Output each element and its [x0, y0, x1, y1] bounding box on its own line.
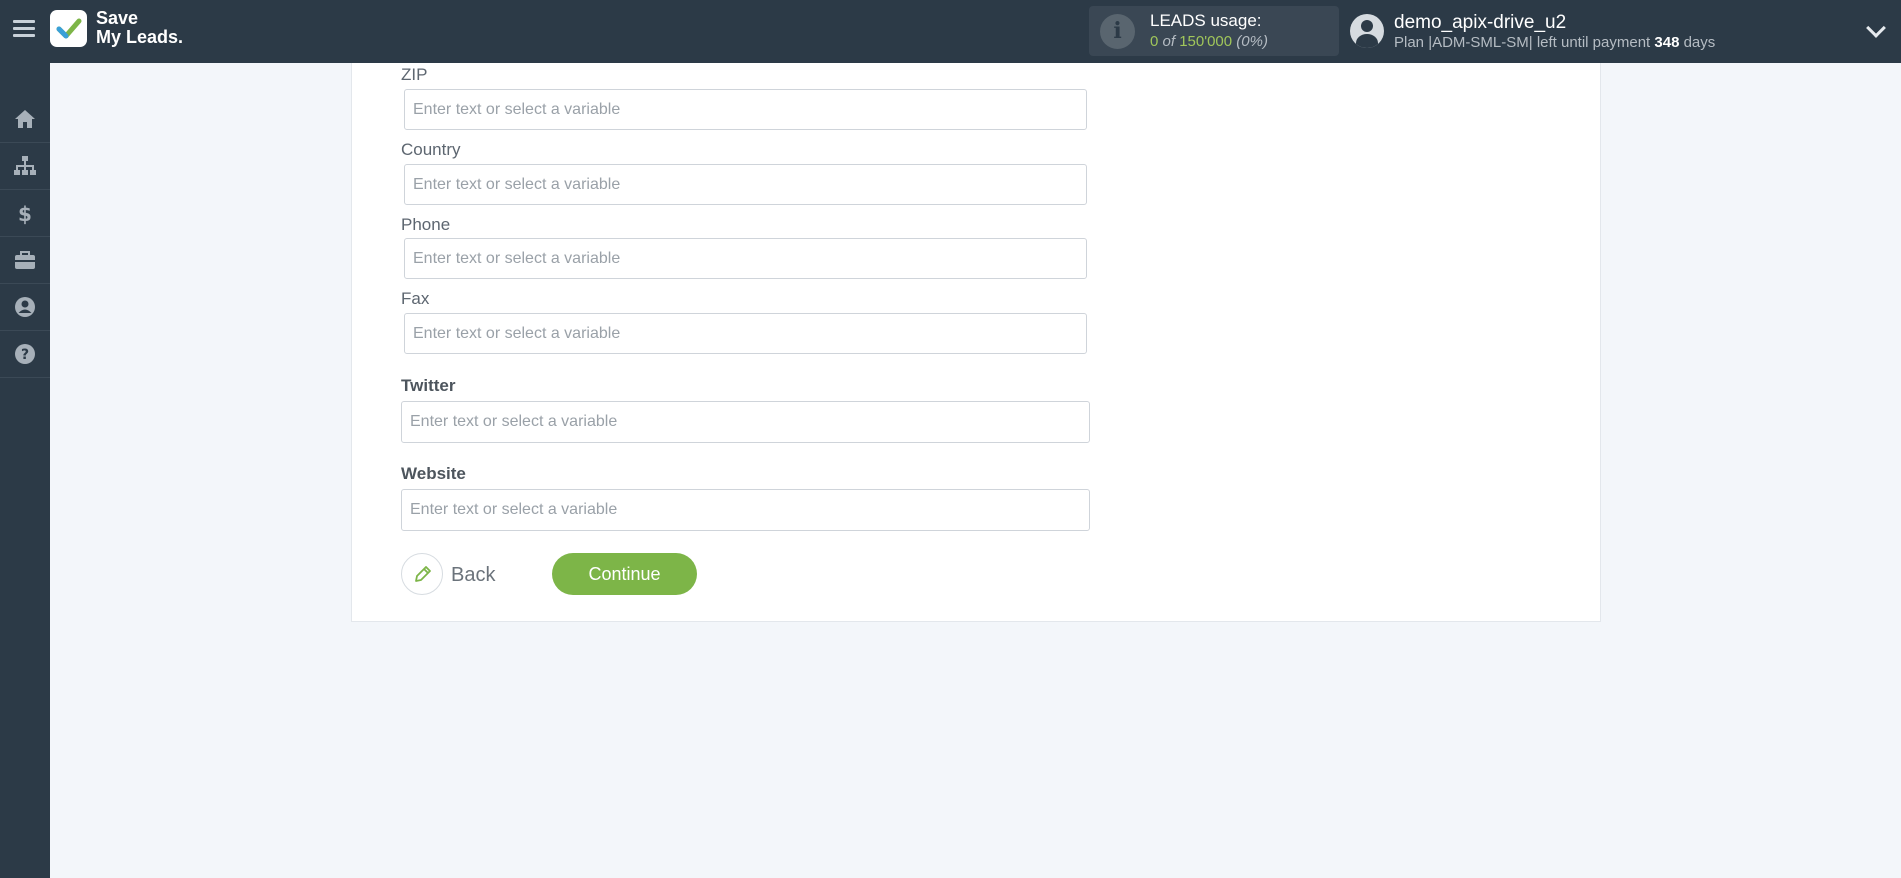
leads-usage-panel: i LEADS usage: 0 of 150'000 (0%) — [1089, 6, 1339, 56]
chevron-down-icon[interactable] — [1866, 18, 1886, 38]
briefcase-icon — [15, 251, 35, 269]
user-icon — [15, 297, 35, 317]
dollar-icon: $ — [18, 202, 32, 225]
username[interactable]: demo_apix-drive_u2 — [1394, 12, 1566, 34]
twitter-label: Twitter — [401, 376, 456, 395]
sidebar-item-home[interactable] — [0, 96, 50, 143]
country-label: Country — [401, 140, 461, 159]
sitemap-icon — [14, 156, 36, 175]
website-input[interactable] — [401, 489, 1090, 531]
fax-input[interactable] — [404, 313, 1087, 354]
twitter-input[interactable] — [401, 401, 1090, 443]
sidebar-item-help[interactable]: ? — [0, 331, 50, 378]
plan-days: 348 — [1654, 34, 1680, 51]
leads-usage-value: 0 of 150'000 (0%) — [1150, 33, 1268, 50]
sidebar-item-connections[interactable] — [0, 143, 50, 190]
back-button[interactable] — [401, 553, 443, 595]
brand-line-1: Save — [96, 8, 139, 28]
leads-of: of — [1162, 33, 1176, 50]
country-input[interactable] — [404, 164, 1087, 205]
sidebar: $ ? — [0, 63, 50, 878]
sidebar-item-billing[interactable]: $ — [0, 190, 50, 237]
plan-suffix: days — [1683, 34, 1716, 51]
leads-total: 150'000 — [1179, 33, 1233, 50]
brand-line-2: My Leads. — [96, 27, 184, 47]
phone-input[interactable] — [404, 238, 1087, 279]
svg-text:$: $ — [18, 202, 32, 225]
info-icon: i — [1100, 14, 1135, 49]
continue-button[interactable]: Continue — [552, 553, 697, 595]
help-icon: ? — [15, 344, 35, 364]
back-label[interactable]: Back — [451, 564, 495, 587]
brand-name[interactable]: Save My Leads. — [96, 9, 183, 47]
sidebar-item-account[interactable] — [0, 284, 50, 331]
avatar[interactable] — [1350, 14, 1384, 48]
plan-prefix: Plan |ADM-SML-SM| left until payment — [1394, 34, 1651, 51]
plan-info: Plan |ADM-SML-SM| left until payment 348… — [1394, 34, 1715, 51]
leads-usage-label: LEADS usage: — [1150, 11, 1262, 30]
top-bar: Save My Leads. i LEADS usage: 0 of 150'0… — [0, 0, 1901, 63]
website-label: Website — [401, 464, 466, 483]
leads-used: 0 — [1150, 33, 1159, 50]
leads-percent: (0%) — [1236, 33, 1268, 50]
phone-label: Phone — [401, 215, 451, 234]
pencil-icon — [415, 566, 431, 582]
fax-label: Fax — [401, 289, 430, 308]
sidebar-item-services[interactable] — [0, 237, 50, 284]
zip-label: ZIP — [401, 65, 428, 84]
home-icon — [15, 110, 35, 128]
menu-icon[interactable] — [13, 20, 35, 38]
logo-icon[interactable] — [50, 10, 87, 47]
svg-text:?: ? — [21, 347, 29, 363]
zip-input[interactable] — [404, 89, 1087, 130]
